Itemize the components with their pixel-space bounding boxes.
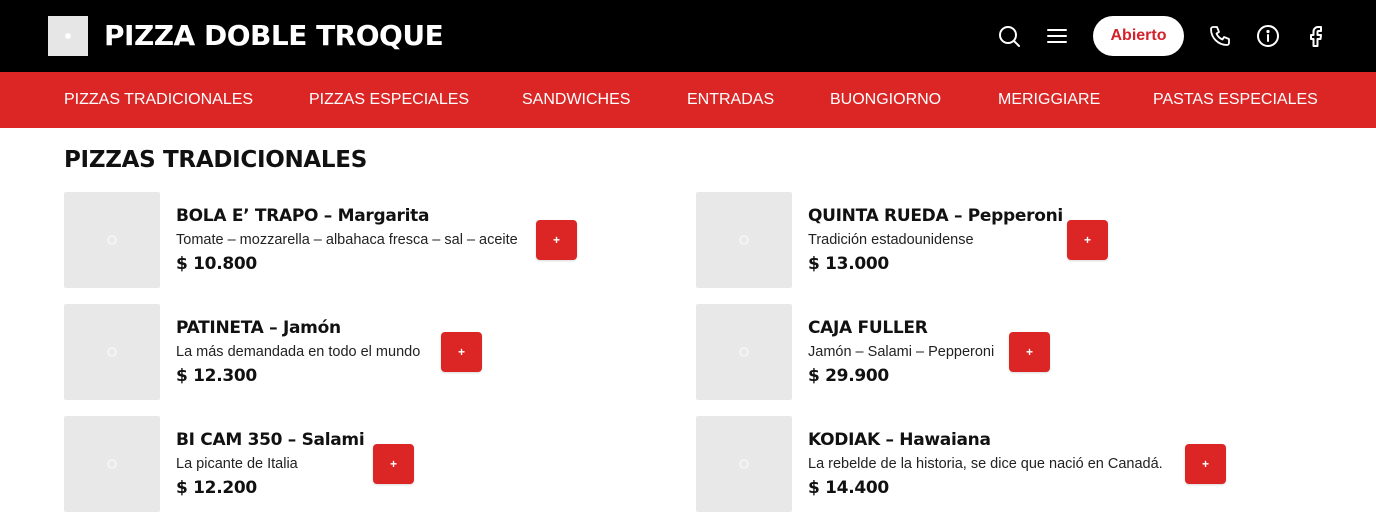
brand-name: PIZZA DOBLE TROQUE — [104, 19, 444, 52]
add-to-cart-button[interactable]: + — [1067, 220, 1108, 260]
product-name: PATINETA – Jamón — [176, 318, 341, 338]
product-price: $ 12.200 — [176, 478, 257, 498]
info-icon[interactable] — [1256, 24, 1280, 48]
product-image[interactable] — [696, 304, 792, 400]
product-name: QUINTA RUEDA – Pepperoni — [808, 206, 1063, 226]
product-name: BI CAM 350 – Salami — [176, 430, 365, 450]
product-description: Tradición estadounidense — [808, 232, 974, 248]
phone-icon[interactable] — [1208, 24, 1232, 48]
nav-item-pizzas-tradicionales[interactable]: PIZZAS TRADICIONALES — [64, 72, 253, 128]
nav-item-entradas[interactable]: ENTRADAS — [687, 72, 774, 128]
nav-item-buongiorno[interactable]: BUONGIORNO — [830, 72, 941, 128]
category-nav: PIZZAS TRADICIONALES PIZZAS ESPECIALES S… — [0, 72, 1376, 128]
nav-item-meriggiare[interactable]: MERIGGIARE — [998, 72, 1100, 128]
product-card: CAJA FULLER Jamón – Salami – Pepperoni $… — [696, 304, 1236, 400]
product-price: $ 13.000 — [808, 254, 889, 274]
search-icon[interactable] — [997, 24, 1021, 48]
product-price: $ 12.300 — [176, 366, 257, 386]
product-image[interactable] — [696, 416, 792, 512]
product-image[interactable] — [64, 304, 160, 400]
product-description: La rebelde de la historia, se dice que n… — [808, 456, 1163, 472]
product-price: $ 14.400 — [808, 478, 889, 498]
top-header: PIZZA DOBLE TROQUE Abierto — [0, 0, 1376, 72]
add-to-cart-button[interactable]: + — [536, 220, 577, 260]
add-to-cart-button[interactable]: + — [373, 444, 414, 484]
product-image[interactable] — [64, 416, 160, 512]
product-image[interactable] — [696, 192, 792, 288]
product-description: Jamón – Salami – Pepperoni — [808, 344, 995, 360]
product-name: BOLA E’ TRAPO – Margarita — [176, 206, 430, 226]
menu-icon[interactable] — [1045, 24, 1069, 48]
product-image[interactable] — [64, 192, 160, 288]
add-to-cart-button[interactable]: + — [1009, 332, 1050, 372]
product-card: KODIAK – Hawaiana La rebelde de la histo… — [696, 416, 1256, 512]
product-price: $ 29.900 — [808, 366, 889, 386]
nav-item-pizzas-especiales[interactable]: PIZZAS ESPECIALES — [309, 72, 469, 128]
product-price: $ 10.800 — [176, 254, 257, 274]
open-status-button[interactable]: Abierto — [1093, 16, 1184, 56]
logo[interactable] — [48, 16, 88, 56]
product-description: La más demandada en todo el mundo — [176, 344, 421, 360]
product-name: KODIAK – Hawaiana — [808, 430, 991, 450]
add-to-cart-button[interactable]: + — [441, 332, 482, 372]
product-card: QUINTA RUEDA – Pepperoni Tradición estad… — [696, 192, 1236, 288]
product-name: CAJA FULLER — [808, 318, 928, 338]
product-description: La picante de Italia — [176, 456, 298, 472]
section-title: PIZZAS TRADICIONALES — [64, 147, 367, 173]
product-card: BI CAM 350 – Salami La picante de Italia… — [64, 416, 604, 512]
product-card: BOLA E’ TRAPO – Margarita Tomate – mozza… — [64, 192, 604, 288]
logo-mark — [65, 33, 71, 39]
nav-item-pastas-especiales[interactable]: PASTAS ESPECIALES — [1153, 72, 1318, 128]
facebook-icon[interactable] — [1304, 24, 1328, 48]
product-description: Tomate – mozzarella – albahaca fresca – … — [176, 232, 518, 248]
nav-item-sandwiches[interactable]: SANDWICHES — [522, 72, 630, 128]
add-to-cart-button[interactable]: + — [1185, 444, 1226, 484]
product-card: PATINETA – Jamón La más demandada en tod… — [64, 304, 604, 400]
